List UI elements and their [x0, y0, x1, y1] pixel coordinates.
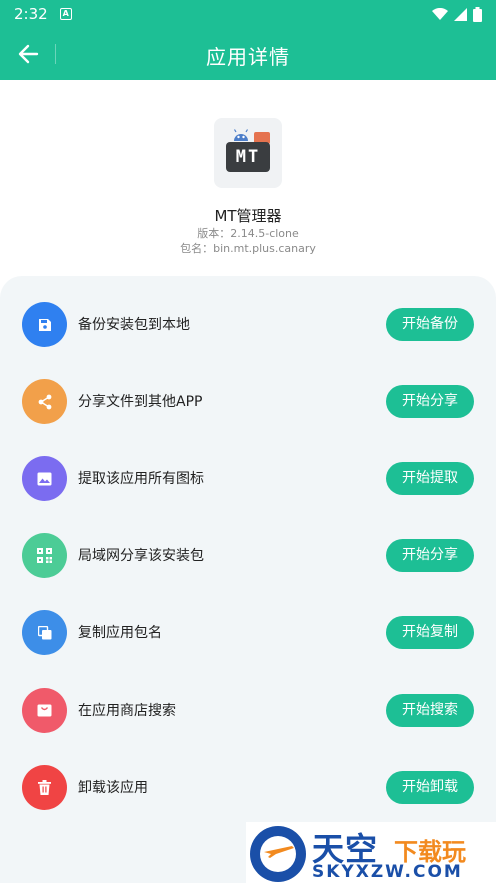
start-backup-button[interactable]: 开始备份 — [386, 308, 474, 341]
start-extract-button[interactable]: 开始提取 — [386, 462, 474, 495]
signal-icon — [454, 7, 467, 21]
store-icon-circle — [22, 688, 67, 733]
app-package: 包名：bin.mt.plus.canary — [180, 242, 316, 255]
status-time: 2:32 — [14, 5, 48, 23]
copy-icon-circle — [22, 610, 67, 655]
store-icon — [37, 704, 52, 717]
action-label: 备份安装包到本地 — [78, 317, 190, 333]
notification-badge-icon: A — [59, 8, 72, 20]
start-lan-share-button[interactable]: 开始分享 — [386, 539, 474, 572]
list-item-share-file: 分享文件到其他APP 开始分享 — [0, 372, 496, 432]
action-label: 提取该应用所有图标 — [78, 471, 204, 487]
app-bar: 应用详情 — [0, 28, 496, 80]
watermark-logo: 天空 下载玩 SKYXZW.COM — [246, 822, 496, 883]
app-icon: MT — [214, 118, 282, 188]
image-icon — [37, 472, 52, 485]
list-item-uninstall: 卸载该应用 开始卸载 — [0, 758, 496, 818]
action-label: 局域网分享该安装包 — [78, 548, 204, 564]
action-label: 分享文件到其他APP — [78, 394, 203, 410]
page-title: 应用详情 — [206, 45, 290, 69]
action-label: 卸载该应用 — [78, 780, 148, 796]
image-icon-circle — [22, 456, 67, 501]
save-icon-circle — [22, 302, 67, 347]
copy-icon — [37, 625, 51, 639]
save-icon — [38, 318, 51, 331]
start-copy-button[interactable]: 开始复制 — [386, 616, 474, 649]
airplane-icon — [264, 846, 294, 858]
action-label: 在应用商店搜索 — [78, 703, 176, 719]
app-version: 版本：2.14.5-clone — [197, 227, 299, 240]
trash-icon-circle — [22, 765, 67, 810]
share-icon — [38, 394, 51, 409]
battery-icon — [473, 6, 482, 22]
start-share-button[interactable]: 开始分享 — [386, 385, 474, 418]
list-item-copy-package: 复制应用包名 开始复制 — [0, 603, 496, 663]
app-info-section: MT MT管理器 版本：2.14.5-clone 包名：bin.mt.plus.… — [0, 80, 496, 276]
trash-icon — [38, 780, 51, 795]
android-robot-icon — [233, 129, 249, 141]
list-item-lan-share: 局域网分享该安装包 开始分享 — [0, 526, 496, 586]
actions-card: 备份安装包到本地 开始备份 分享文件到其他APP 开始分享 提取该应用所有图标 … — [0, 276, 496, 883]
qrcode-icon-circle — [22, 533, 67, 578]
watermark-domain: SKYXZW.COM — [312, 862, 463, 882]
start-search-button[interactable]: 开始搜索 — [386, 694, 474, 727]
list-item-extract-icons: 提取该应用所有图标 开始提取 — [0, 449, 496, 509]
globe-logo-icon — [250, 826, 306, 882]
action-label: 复制应用包名 — [78, 625, 162, 641]
list-item-store-search: 在应用商店搜索 开始搜索 — [0, 681, 496, 741]
qrcode-icon — [37, 548, 52, 563]
wifi-icon — [432, 7, 448, 20]
app-name: MT管理器 — [214, 207, 282, 225]
status-bar: 2:32 A — [0, 0, 496, 28]
start-uninstall-button[interactable]: 开始卸载 — [386, 771, 474, 804]
app-icon-text: MT — [226, 142, 270, 172]
list-item-backup: 备份安装包到本地 开始备份 — [0, 295, 496, 355]
share-icon-circle — [22, 379, 67, 424]
